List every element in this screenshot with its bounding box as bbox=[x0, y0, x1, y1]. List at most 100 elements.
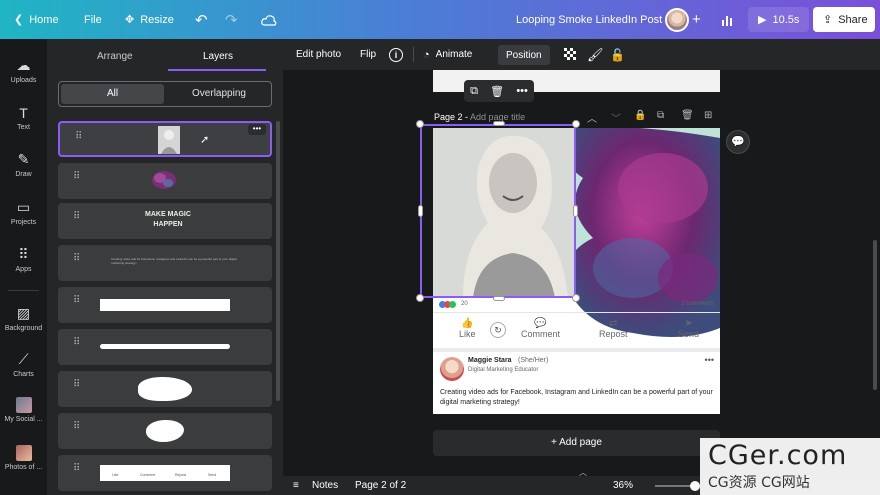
info-icon[interactable]: i bbox=[389, 47, 403, 62]
filter-overlapping-button[interactable]: Overlapping bbox=[169, 84, 269, 104]
share-button[interactable]: ⇪ Share bbox=[813, 7, 875, 32]
repost-action[interactable]: ⇄ Repost bbox=[599, 318, 628, 339]
chevron-up-icon[interactable]: ︿ bbox=[587, 110, 597, 125]
transparency-checker-icon[interactable] bbox=[564, 48, 576, 60]
drag-handle-icon[interactable]: ⠿ bbox=[73, 380, 81, 390]
drag-handle-icon[interactable]: ⠿ bbox=[73, 172, 81, 182]
more-options-icon[interactable]: ••• bbox=[516, 85, 528, 97]
notes-button[interactable]: Notes bbox=[312, 480, 338, 491]
tab-layers[interactable]: Layers bbox=[203, 51, 233, 62]
drag-handle-icon[interactable]: ⠿ bbox=[73, 254, 81, 264]
like-label: Like bbox=[459, 329, 476, 339]
layers-panel: Arrange Layers All Overlapping ⠿ ➚ ••• ⠿… bbox=[47, 39, 283, 495]
apps-grid-icon: ⠿ bbox=[18, 246, 29, 262]
layer-row-smoke[interactable]: ⠿ bbox=[58, 163, 272, 199]
home-button[interactable]: ❮ Home bbox=[14, 0, 59, 39]
animate-icon: ◔ bbox=[423, 48, 430, 61]
lock-icon[interactable]: 🔓 bbox=[610, 48, 625, 62]
layer-row-action-bar[interactable]: ⠿ Like Comment Repost Send bbox=[58, 455, 272, 491]
layer-more-button[interactable]: ••• bbox=[248, 124, 266, 135]
layer-row-white-rect[interactable]: ⠿ bbox=[58, 287, 272, 323]
tab-arrange[interactable]: Arrange bbox=[97, 51, 133, 62]
rail-item-projects[interactable]: ▭ Projects bbox=[0, 199, 47, 226]
resize-handle-left[interactable] bbox=[418, 205, 423, 217]
resize-button[interactable]: ✥ Resize bbox=[125, 0, 174, 39]
rail-item-my-social[interactable]: My Social ... bbox=[0, 397, 47, 423]
rail-item-apps[interactable]: ⠿ Apps bbox=[0, 246, 47, 273]
paint-roller-icon[interactable]: 🖌 bbox=[587, 47, 604, 63]
file-label: File bbox=[84, 13, 102, 26]
layers-scrollbar[interactable] bbox=[276, 121, 280, 401]
resize-handle-top-right[interactable] bbox=[572, 120, 580, 128]
rail-item-charts[interactable]: ⟋ Charts bbox=[0, 351, 47, 378]
drag-handle-icon[interactable]: ⠿ bbox=[73, 422, 81, 432]
layer-row-blob-large[interactable]: ⠿ bbox=[58, 371, 272, 407]
chevron-down-icon[interactable]: ﹀ bbox=[611, 110, 621, 125]
animate-button[interactable]: ◔ Animate bbox=[423, 49, 472, 61]
redo-button[interactable]: ↷ bbox=[225, 0, 238, 39]
rail-item-photos[interactable]: Photos of ... bbox=[0, 445, 47, 471]
flip-button[interactable]: Flip bbox=[360, 49, 376, 60]
expand-pages-chevron-icon[interactable]: ︿ bbox=[577, 467, 589, 477]
rail-item-text[interactable]: T Text bbox=[0, 105, 47, 131]
layer-row-photo[interactable]: ⠿ ➚ ••• bbox=[58, 121, 272, 157]
layer-thumb-photo bbox=[158, 126, 180, 154]
drag-handle-icon[interactable]: ⠿ bbox=[73, 212, 81, 222]
like-action[interactable]: 👍 Like bbox=[459, 318, 476, 339]
add-comment-button[interactable]: 💬 bbox=[726, 130, 750, 154]
zoom-level[interactable]: 36% bbox=[613, 480, 633, 491]
layer-thumb-rect bbox=[100, 299, 230, 311]
add-page-button[interactable]: + Add page bbox=[433, 430, 720, 456]
canvas-scrollbar[interactable] bbox=[873, 240, 877, 390]
rail-label: Text bbox=[17, 124, 30, 131]
drag-handle-icon[interactable]: ⠿ bbox=[73, 296, 81, 306]
panel-tabs: Arrange Layers bbox=[47, 39, 283, 71]
edit-photo-button[interactable]: Edit photo bbox=[296, 49, 341, 60]
comment-action[interactable]: 💬 Comment bbox=[521, 318, 560, 339]
rail-item-background[interactable]: ▨ Background bbox=[0, 305, 47, 332]
page-lock-icon[interactable]: 🔒 bbox=[634, 110, 646, 121]
cloud-save-status[interactable] bbox=[261, 0, 277, 39]
layer-row-caption-text[interactable]: ⠿ Creating video ads for Facebook, Insta… bbox=[58, 245, 272, 281]
drag-handle-icon[interactable]: ⠿ bbox=[73, 338, 81, 348]
layer-thumb-blob bbox=[138, 377, 192, 401]
text-icon: T bbox=[19, 105, 28, 121]
layer-row-brush-stroke[interactable]: ⠿ bbox=[58, 329, 272, 365]
rotate-handle-icon[interactable]: ↻ bbox=[490, 322, 506, 338]
page-duplicate-icon[interactable]: ⧉ bbox=[657, 110, 664, 121]
drag-handle-icon[interactable]: ⠿ bbox=[75, 132, 83, 142]
rail-item-draw[interactable]: ✎ Draw bbox=[0, 151, 47, 178]
post-author-name: Maggie Stara bbox=[468, 357, 512, 364]
user-avatar[interactable] bbox=[665, 8, 689, 32]
resize-handle-top-left[interactable] bbox=[416, 120, 424, 128]
rail-label: Photos of ... bbox=[4, 464, 43, 471]
undo-button[interactable]: ↶ bbox=[195, 0, 208, 39]
resize-handle-bottom-right[interactable] bbox=[572, 294, 580, 302]
resize-handle-bottom[interactable] bbox=[493, 296, 505, 301]
resize-handle-top[interactable] bbox=[493, 121, 505, 126]
trash-icon[interactable]: 🗑 bbox=[490, 85, 504, 98]
rail-item-uploads[interactable]: ☁ Uploads bbox=[0, 57, 47, 84]
layer-row-blob-small[interactable]: ⠿ bbox=[58, 413, 272, 449]
file-menu-button[interactable]: File bbox=[84, 0, 102, 39]
insights-button[interactable] bbox=[721, 0, 735, 39]
filter-all-button[interactable]: All bbox=[61, 84, 164, 104]
zoom-slider-thumb[interactable] bbox=[690, 481, 700, 491]
page-add-icon[interactable]: ⊞ bbox=[704, 110, 712, 121]
resize-handle-bottom-left[interactable] bbox=[416, 294, 424, 302]
duplicate-icon[interactable]: ⧉ bbox=[470, 85, 478, 98]
send-action[interactable]: ➤ Send bbox=[678, 318, 699, 339]
add-collaborator-button[interactable]: + bbox=[692, 0, 701, 39]
position-button[interactable]: Position bbox=[498, 45, 550, 65]
resize-handle-right[interactable] bbox=[573, 205, 578, 217]
page-indicator-button[interactable]: Page 2 of 2 bbox=[355, 480, 406, 491]
play-button[interactable]: ▶ 10.5s bbox=[748, 7, 810, 32]
page-trash-icon[interactable]: 🗑 bbox=[681, 110, 694, 121]
post-more-icon[interactable]: ••• bbox=[705, 355, 714, 365]
drag-handle-icon[interactable]: ⠿ bbox=[73, 464, 81, 474]
document-title[interactable]: Looping Smoke LinkedIn Post bbox=[516, 0, 662, 39]
layer-thumb-heading-text: MAKE MAGIC HAPPEN bbox=[145, 211, 191, 228]
thumb-like-label: Like bbox=[112, 473, 119, 477]
zoom-slider-track[interactable] bbox=[655, 485, 695, 487]
layer-row-heading-text[interactable]: ⠿ MAKE MAGIC HAPPEN bbox=[58, 203, 272, 239]
